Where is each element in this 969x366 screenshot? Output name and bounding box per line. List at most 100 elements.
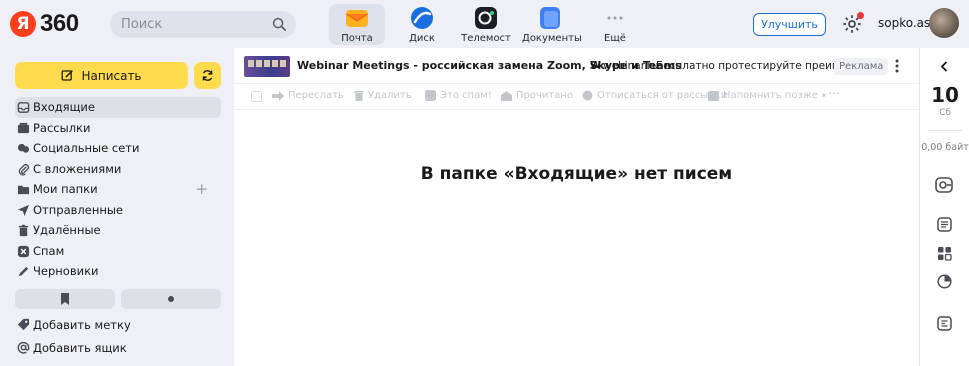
yandex-360-logo[interactable]: Я 360	[10, 10, 79, 38]
folder-deleted[interactable]: Удалённые	[15, 220, 221, 241]
service-telemost[interactable]: Телемост	[458, 4, 514, 45]
folder-my-folders[interactable]: Мои папки +	[15, 179, 221, 200]
folder-label: С вложениями	[33, 161, 122, 176]
folder-attachments[interactable]: С вложениями	[15, 159, 221, 180]
spam-button[interactable]: Это спам!	[425, 90, 492, 101]
disk-icon	[411, 7, 433, 29]
service-disk[interactable]: Диск	[394, 4, 450, 45]
compose-button[interactable]: Написать	[15, 62, 188, 89]
refresh-button[interactable]	[194, 62, 221, 89]
empty-folder-message: В папке «Входящие» нет писем	[420, 164, 733, 184]
notes-icon	[936, 216, 952, 232]
folder-list: Входящие Рассылки Социальные сети С влож…	[15, 97, 221, 282]
chevron-down-icon: ▾	[821, 91, 826, 100]
attachment-icon	[18, 163, 30, 176]
apps-grid-icon	[937, 246, 952, 261]
service-disk-label: Диск	[409, 33, 435, 44]
folder-social[interactable]: Социальные сети	[15, 138, 221, 159]
folder-inbox[interactable]: Входящие	[15, 97, 221, 118]
search-input[interactable]: Поиск	[110, 11, 296, 38]
username[interactable]: sopko.as	[878, 16, 930, 30]
folder-sent[interactable]: Отправленные	[15, 200, 221, 221]
folder-drafts[interactable]: Черновики	[15, 261, 221, 282]
folder-label: Черновики	[33, 264, 99, 279]
spam-icon	[17, 245, 30, 257]
notes-shortcut[interactable]	[931, 211, 957, 237]
message-list-panel: Webinar Meetings - российская замена Zoo…	[234, 48, 919, 366]
folder-label: Отправленные	[33, 202, 124, 217]
calendar-day-name: Сб	[939, 108, 951, 118]
upgrade-button[interactable]: Улучшить	[753, 13, 826, 36]
service-more-label: Ещё	[604, 33, 626, 44]
unsubscribe-button[interactable]: Отписаться от рассылки	[582, 90, 727, 101]
storage-quota[interactable]: 0,00 байт	[920, 142, 969, 153]
add-mailbox-link[interactable]: Добавить ящик	[15, 338, 221, 358]
ad-domain[interactable]: webinar.ru	[603, 60, 658, 72]
folder-spam[interactable]: Спам	[15, 241, 221, 262]
add-label-link[interactable]: Добавить метку	[15, 315, 221, 335]
avatar[interactable]	[929, 8, 959, 38]
search-icon[interactable]	[272, 17, 287, 32]
folder-icon	[17, 185, 30, 195]
folder-label: Рассылки	[33, 120, 91, 135]
notification-dot	[857, 12, 864, 19]
forward-icon	[272, 90, 284, 101]
rail-divider	[928, 130, 962, 131]
ad-text: Бесплатно протестируйте преиму…	[656, 60, 857, 72]
pie-chart-icon	[936, 273, 952, 289]
remind-later-button[interactable]: Напомнить позже ▾	[708, 90, 826, 101]
ad-menu-icon[interactable]	[892, 57, 902, 75]
remind-icon	[708, 90, 719, 101]
tag-icon	[17, 318, 30, 331]
remind-label: Напомнить позже	[723, 90, 818, 101]
service-more[interactable]: Ещё	[587, 4, 643, 45]
refresh-icon	[202, 70, 213, 81]
forms-shortcut[interactable]	[931, 310, 957, 336]
apps-shortcut[interactable]	[931, 240, 957, 266]
mail-icon	[345, 10, 369, 27]
ad-thumbnail	[244, 56, 290, 77]
folder-label: Мои папки	[33, 182, 98, 197]
stats-shortcut[interactable]	[931, 268, 957, 294]
add-label-text: Добавить метку	[33, 318, 131, 332]
folder-label: Спам	[33, 243, 65, 258]
service-mail[interactable]: Почта	[329, 4, 385, 45]
envelope-open-icon	[501, 90, 512, 101]
yandex-logo-mark: Я	[10, 11, 36, 37]
calendar-day-number[interactable]: 10	[920, 83, 969, 107]
mark-read-label: Прочитано	[516, 90, 574, 101]
service-telemost-label: Телемост	[461, 33, 511, 44]
service-documents[interactable]: Документы	[522, 4, 582, 45]
telemost-shortcut[interactable]	[931, 172, 957, 198]
add-mailbox-text: Добавить ящик	[33, 341, 127, 355]
social-icon	[17, 143, 30, 153]
service-documents-label: Документы	[522, 33, 582, 44]
bookmark-icon	[61, 293, 69, 305]
newsletters-icon	[17, 122, 30, 133]
unread-filter-button[interactable]	[121, 289, 221, 309]
folder-label: Входящие	[33, 100, 95, 115]
search-placeholder: Поиск	[121, 17, 163, 32]
spam-icon	[425, 90, 436, 101]
trash-icon	[18, 224, 29, 237]
delete-button[interactable]: Удалить	[354, 90, 412, 101]
inbox-icon	[17, 102, 30, 113]
compose-icon	[62, 70, 74, 81]
forms-icon	[936, 315, 952, 331]
add-folder-icon[interactable]: +	[195, 180, 208, 198]
toolbar-more-icon[interactable]: ···	[828, 87, 840, 102]
collapse-panel-button[interactable]	[931, 54, 957, 78]
select-all-checkbox[interactable]	[251, 91, 262, 102]
service-mail-label: Почта	[341, 33, 373, 44]
more-dots-icon	[607, 16, 623, 20]
folder-label: Удалённые	[33, 223, 101, 238]
folder-newsletters[interactable]: Рассылки	[15, 118, 221, 139]
telemost-icon	[475, 7, 497, 29]
bookmark-filter-button[interactable]	[15, 289, 115, 309]
documents-icon	[540, 7, 560, 29]
forward-button[interactable]: Переслать	[272, 90, 344, 101]
draft-icon	[18, 266, 29, 277]
video-call-icon	[935, 177, 953, 193]
ad-banner[interactable]: Webinar Meetings - российская замена Zoo…	[234, 48, 919, 84]
mark-read-button[interactable]: Прочитано	[501, 90, 573, 101]
